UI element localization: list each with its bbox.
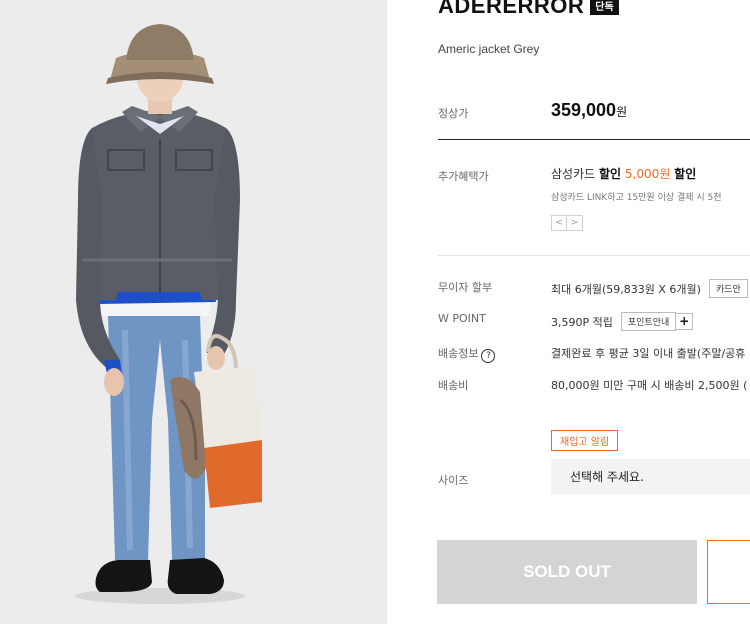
benefit-divider — [438, 255, 750, 256]
shipping-info-label: 배송정보? — [438, 345, 496, 363]
shipping-fee-value: 80,000원 미만 구매 시 배송비 2,500원 ( — [551, 379, 748, 392]
restock-alert-button[interactable]: 재입고 알림 — [551, 430, 619, 451]
size-label: 사이즈 — [438, 474, 469, 487]
brand-name[interactable]: ADERERROR 단독 — [438, 0, 619, 19]
wpoint-label: W POINT — [438, 312, 486, 325]
chevron-right-icon[interactable]: > — [567, 215, 583, 231]
exclusive-badge: 단독 — [590, 0, 619, 15]
point-info-button[interactable]: 포인트안내 — [620, 312, 677, 331]
sold-out-button[interactable]: SOLD OUT — [437, 540, 697, 604]
help-icon[interactable]: ? — [481, 349, 496, 363]
shipping-info-value: 결제완료 후 평균 3일 이내 출발(주말/공휴 — [551, 347, 746, 360]
plus-icon[interactable]: + — [676, 313, 694, 330]
shipping-fee-label: 배송비 — [438, 379, 469, 392]
product-title: Americ jacket Grey — [438, 42, 540, 56]
product-info-panel: ADERERROR 단독 Americ jacket Grey 정상가 359,0… — [387, 0, 750, 624]
chevron-left-icon[interactable]: < — [551, 215, 567, 231]
wpoint-value: 3,590P 적립 포인트안내 + — [551, 312, 694, 331]
price-label: 정상가 — [438, 107, 469, 120]
price-divider — [438, 139, 750, 140]
benefit-label: 추가혜택가 — [438, 170, 489, 183]
model-illustration — [75, 24, 262, 604]
installment-label: 무이자 할부 — [438, 281, 493, 294]
benefit-summary: 삼성카드 할인 5,000원 할인 — [551, 167, 697, 181]
size-select[interactable]: 선택해 주세요. — [551, 459, 750, 494]
wishlist-button[interactable] — [707, 540, 750, 604]
benefit-detail: 삼성카드 LINK하고 15만원 이상 결제 시 5천 — [551, 193, 722, 203]
product-photo — [0, 0, 387, 624]
installment-value: 최대 6개월(59,833원 X 6개월) 카드안 — [551, 279, 748, 298]
benefit-carousel-controls: < > — [551, 215, 583, 231]
card-info-button[interactable]: 카드안 — [708, 279, 748, 298]
price-value: 359,000원 — [551, 100, 628, 120]
